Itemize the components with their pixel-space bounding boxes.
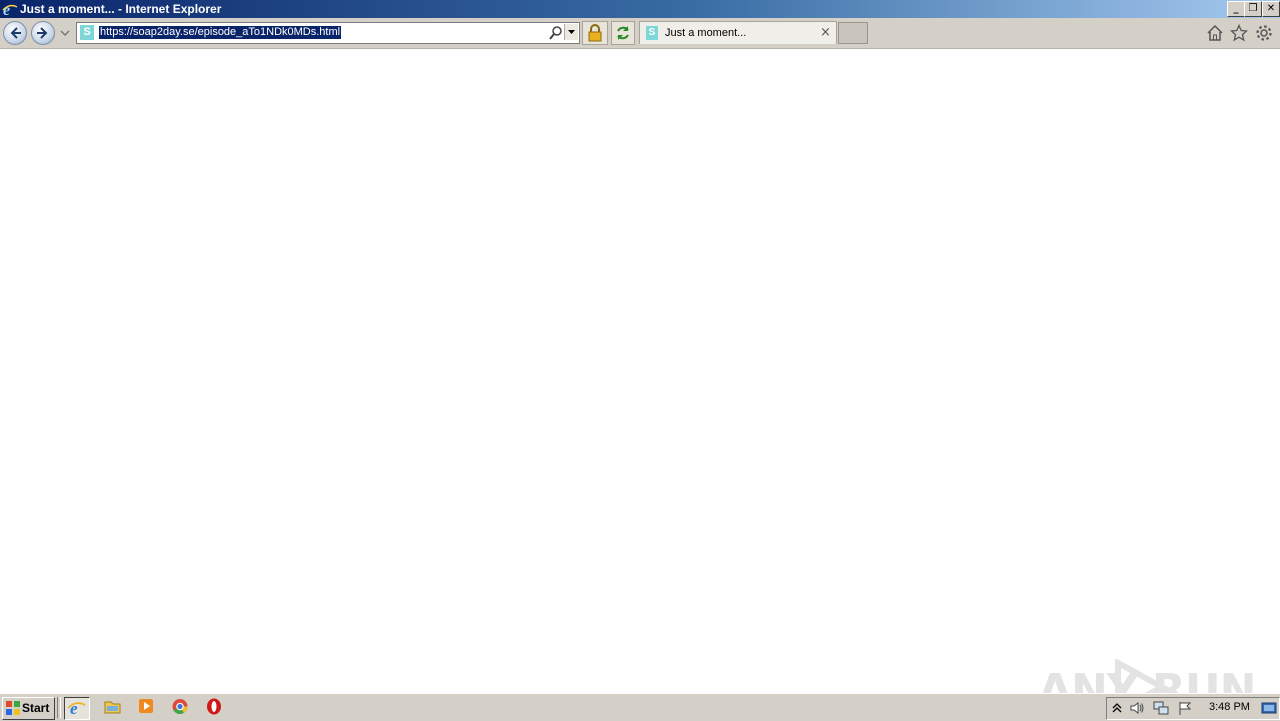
tab-label: Just a moment... xyxy=(665,27,747,39)
tab-close-icon[interactable]: × xyxy=(820,25,831,40)
home-icon[interactable] xyxy=(1206,24,1224,42)
minimize-button[interactable]: _ xyxy=(1227,1,1245,17)
file-explorer-icon xyxy=(104,701,121,714)
settings-gear-icon[interactable] xyxy=(1255,24,1273,42)
browser-tab[interactable]: S Just a moment... × xyxy=(639,21,837,44)
windows-logo-icon xyxy=(6,701,20,715)
network-icon[interactable] xyxy=(1153,700,1169,716)
start-button[interactable]: Start xyxy=(2,697,55,720)
address-bar[interactable]: S https://soap2day.se/episode_aTo1NDk0MD… xyxy=(76,22,580,44)
back-button[interactable] xyxy=(3,21,27,45)
internet-explorer-logo-icon: e xyxy=(2,2,18,17)
back-icon xyxy=(10,27,21,39)
restore-button[interactable]: ❐ xyxy=(1244,1,1262,17)
close-window-button[interactable]: ✕ xyxy=(1262,1,1280,17)
taskbar-internet-explorer[interactable]: e xyxy=(64,697,90,720)
start-label: Start xyxy=(22,701,50,715)
show-hidden-icons-icon[interactable] xyxy=(1109,700,1125,716)
show-desktop-icon[interactable] xyxy=(1261,700,1277,716)
opera-icon xyxy=(207,698,221,715)
forward-icon xyxy=(37,27,48,39)
taskbar-file-explorer[interactable] xyxy=(101,697,125,718)
refresh-icon xyxy=(617,26,629,40)
window-titlebar: e Just a moment... - Internet Explorer _… xyxy=(0,0,1280,18)
system-tray: 3:48 PM xyxy=(1106,697,1280,720)
clock[interactable]: 3:48 PM xyxy=(1209,701,1250,713)
new-tab-button[interactable] xyxy=(838,22,868,44)
chevron-down-icon xyxy=(568,30,575,34)
refresh-button[interactable] xyxy=(611,21,635,45)
taskbar-opera[interactable] xyxy=(203,697,227,718)
recent-pages-dropdown-icon[interactable] xyxy=(60,29,70,37)
taskbar-separator xyxy=(57,697,61,718)
address-url-input[interactable]: https://soap2day.se/episode_aTo1NDk0MDs.… xyxy=(99,26,342,39)
favorites-star-icon[interactable] xyxy=(1230,24,1248,42)
lock-icon xyxy=(588,24,602,42)
forward-button[interactable] xyxy=(31,21,55,45)
site-favicon-icon: S xyxy=(80,25,94,40)
tab-favicon-icon: S xyxy=(646,26,658,40)
chrome-icon xyxy=(172,699,188,714)
window-title: Just a moment... - Internet Explorer xyxy=(20,2,222,16)
volume-icon[interactable] xyxy=(1129,700,1145,716)
svg-text:e: e xyxy=(70,699,78,717)
taskbar-media-player[interactable] xyxy=(135,697,159,718)
action-center-flag-icon[interactable] xyxy=(1177,700,1193,716)
page-content: ANY RUN xyxy=(0,49,1280,716)
media-player-icon xyxy=(139,699,153,713)
security-report-button[interactable] xyxy=(582,21,608,45)
search-icon[interactable] xyxy=(548,25,564,41)
internet-explorer-icon: e xyxy=(67,699,86,718)
address-dropdown-button[interactable] xyxy=(564,24,578,40)
browser-toolbar: S https://soap2day.se/episode_aTo1NDk0MD… xyxy=(0,18,1280,49)
taskbar-chrome[interactable] xyxy=(169,697,193,718)
taskbar: Start e 3:48 PM xyxy=(0,693,1280,721)
